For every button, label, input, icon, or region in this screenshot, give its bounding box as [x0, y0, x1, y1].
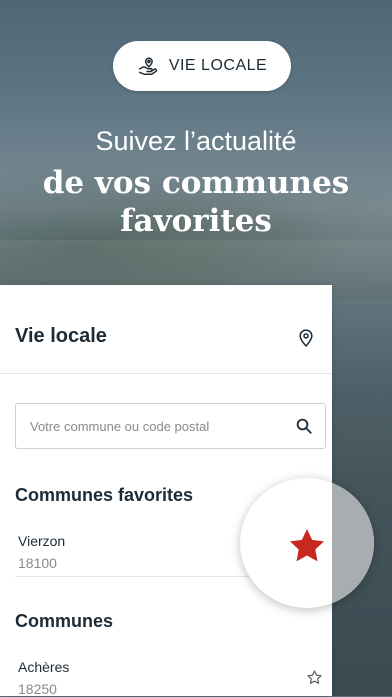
- commune-name: Achères: [18, 659, 70, 675]
- commune-name: Vierzon: [18, 533, 66, 549]
- pin-icon[interactable]: [296, 328, 316, 348]
- favorite-star-callout: [240, 478, 374, 608]
- favorites-section-title: Communes favorites: [15, 485, 194, 505]
- star-filled-icon[interactable]: [286, 526, 328, 566]
- headline-line-3: favorites: [120, 203, 272, 239]
- commune-zip: 18250: [18, 681, 57, 697]
- hand-location-icon: [138, 57, 157, 75]
- search-box: [15, 403, 326, 449]
- commune-zip: 18100: [18, 555, 57, 571]
- communes-section-title: Communes: [15, 611, 114, 631]
- panel-header: Vie locale: [0, 285, 332, 374]
- star-outline-icon[interactable]: [306, 669, 323, 686]
- headline-line-1: Suivez l’actualité: [95, 126, 297, 156]
- search-icon[interactable]: [295, 417, 313, 435]
- callout-background: [332, 478, 374, 608]
- panel-title: Vie locale: [15, 325, 107, 347]
- vie-locale-badge: VIE LOCALE: [113, 41, 291, 91]
- search-input[interactable]: [16, 404, 300, 448]
- headline-line-2: de vos communes: [42, 165, 350, 201]
- badge-label: VIE LOCALE: [168, 57, 268, 74]
